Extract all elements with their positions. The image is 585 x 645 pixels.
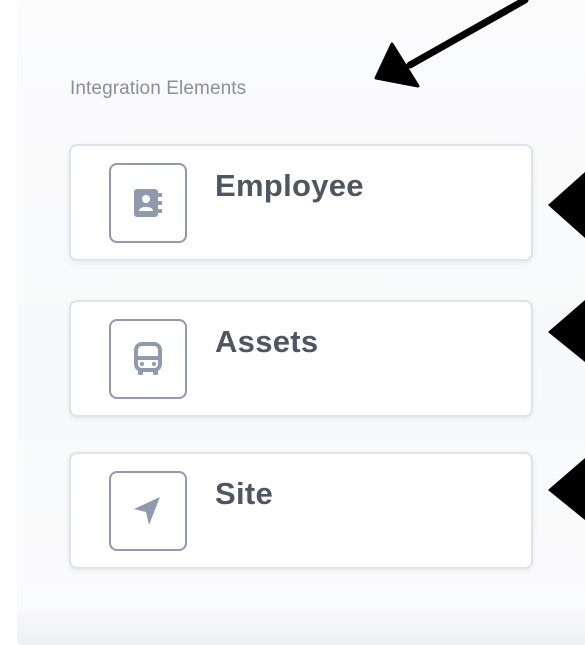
address-book-icon [109, 163, 187, 243]
item-label: Employee [215, 168, 364, 203]
bus-icon [109, 319, 187, 399]
item-label: Assets [215, 324, 319, 359]
integration-panel: Integration Elements Employee Assets Sit… [17, 0, 585, 645]
item-label: Site [215, 476, 274, 511]
integration-item-site[interactable]: Site [69, 452, 533, 569]
section-title: Integration Elements [70, 78, 247, 99]
navigation-arrow-icon [109, 471, 187, 551]
integration-item-employee[interactable]: Employee [69, 144, 533, 261]
integration-item-assets[interactable]: Assets [69, 300, 533, 417]
